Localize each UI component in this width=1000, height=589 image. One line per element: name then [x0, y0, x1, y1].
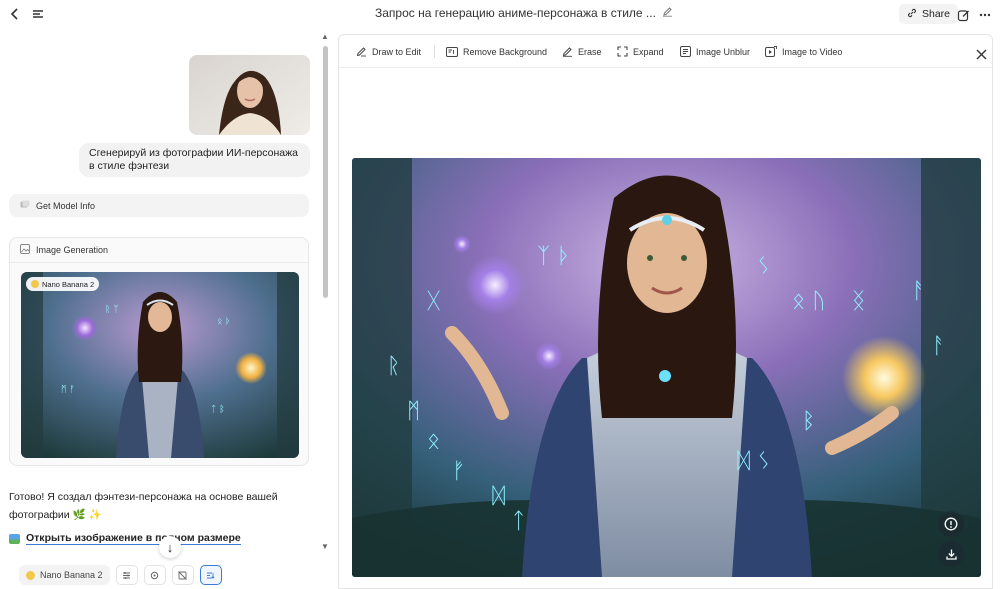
generated-image-thumbnail[interactable]: ᚱ ᛉ ᛟ ᚦ ᛗ ᚠ ᛏ ᛒ Nano Banana 2	[21, 272, 299, 458]
svg-text:ᛗ ᚠ: ᛗ ᚠ	[61, 384, 75, 395]
tool-call-get-model-info[interactable]: Get Model Info	[9, 194, 309, 217]
scroll-down-arrow-icon[interactable]: ▼	[321, 542, 329, 551]
svg-text:ᚨ: ᚨ	[912, 279, 925, 304]
model-selector-label: Nano Banana 2	[40, 570, 103, 580]
chat-panel: Сгенерируй из фотографии ИИ-персонажа в …	[0, 28, 318, 589]
banana-icon	[26, 570, 35, 580]
user-message: Сгенерируй из фотографии ИИ-персонажа в …	[79, 143, 310, 177]
info-icon[interactable]	[938, 511, 964, 537]
svg-text:ᛝ: ᛝ	[852, 289, 865, 314]
new-chat-icon[interactable]	[952, 4, 974, 26]
share-button[interactable]: Share	[899, 4, 959, 24]
model-selector-button[interactable]: Nano Banana 2	[19, 565, 110, 585]
unblur-icon	[680, 46, 691, 57]
no-image-icon[interactable]	[171, 565, 194, 585]
image-unblur-label: Image Unblur	[696, 46, 751, 57]
remove-background-icon	[446, 46, 458, 57]
svg-text:ᛞ: ᛞ	[492, 484, 505, 509]
conversation-title-area[interactable]: Запрос на генерацию аниме-персонажа в ст…	[375, 6, 673, 20]
expand-button[interactable]: Expand	[617, 35, 664, 68]
open-link-text: Открыть изображение в полном размере	[26, 532, 241, 545]
menu-icon[interactable]	[27, 3, 49, 25]
svg-text:ᚷ: ᚷ	[427, 289, 440, 314]
erase-button[interactable]: Erase	[562, 35, 602, 68]
toolbar-divider	[434, 45, 435, 58]
filter-icon[interactable]	[199, 565, 222, 585]
settings-sliders-icon[interactable]	[115, 565, 138, 585]
picture-icon	[9, 533, 20, 544]
scroll-to-bottom-button[interactable]: ↓	[159, 536, 181, 558]
image-card-title: Image Generation	[36, 245, 109, 255]
image-card-header: Image Generation	[20, 244, 108, 256]
svg-text:ᛟ: ᛟ	[427, 429, 440, 454]
model-badge: Nano Banana 2	[26, 277, 100, 291]
image-to-video-button[interactable]: Image to Video	[765, 35, 842, 68]
reply-line-1: Готово! Я создал фэнтези-персонажа на ос…	[9, 491, 278, 503]
scrollbar-thumb[interactable]	[323, 46, 328, 298]
close-icon[interactable]	[970, 43, 992, 65]
tool-call-label: Get Model Info	[36, 200, 96, 211]
download-icon[interactable]	[938, 541, 964, 567]
model-badge-label: Nano Banana 2	[42, 279, 95, 289]
expand-icon	[617, 46, 628, 57]
scroll-up-arrow-icon[interactable]: ▲	[321, 32, 329, 41]
share-label: Share	[922, 8, 951, 20]
expand-label: Expand	[633, 46, 664, 57]
erase-label: Erase	[578, 46, 602, 57]
reply-line-2: фотографии 🌿 ✨	[9, 509, 102, 521]
svg-text:ᛉ ᚦ: ᛉ ᚦ	[537, 244, 570, 269]
image-edit-toolbar: Draw to Edit Remove Background Erase Exp…	[339, 35, 992, 68]
svg-text:ᛟ ᚦ: ᛟ ᚦ	[217, 316, 231, 327]
svg-text:ᛟ ᚢ: ᛟ ᚢ	[792, 289, 825, 314]
svg-text:ᚱ ᛉ: ᚱ ᛉ	[105, 304, 119, 315]
top-bar: Запрос на генерацию аниме-персонажа в ст…	[0, 0, 1000, 28]
model-info-icon	[20, 200, 30, 211]
eraser-icon	[562, 47, 572, 57]
uploaded-photo[interactable]	[189, 55, 310, 135]
svg-text:ᚠ: ᚠ	[452, 459, 465, 484]
svg-text:ᛗ: ᛗ	[407, 399, 420, 424]
svg-text:ᛒ: ᛒ	[802, 409, 815, 434]
svg-text:ᚨ: ᚨ	[932, 334, 945, 359]
video-icon	[765, 46, 777, 57]
composer-toolbar: Nano Banana 2	[19, 565, 222, 585]
arrow-down-icon: ↓	[166, 539, 174, 555]
svg-text:ᛏ: ᛏ	[512, 509, 525, 534]
draw-to-edit-label: Draw to Edit	[372, 46, 422, 57]
draw-icon	[356, 47, 366, 57]
link-icon	[907, 8, 917, 21]
banana-icon	[31, 280, 39, 288]
divider	[10, 262, 308, 263]
svg-text:ᚱ: ᚱ	[387, 354, 400, 379]
generated-image-full[interactable]: ᛉ ᚦ ᚷ ᚱ ᛗ ᛟ ᚠ ᛞ ᛏ ᛊ ᛟ ᚢ ᛝ ᚨ ᚨ ᛒ ᛞ ᛊ	[352, 158, 981, 577]
assistant-reply: Готово! Я создал фэнтези-персонажа на ос…	[9, 488, 309, 524]
svg-text:ᛞ ᛊ: ᛞ ᛊ	[737, 449, 770, 474]
svg-text:ᛊ: ᛊ	[757, 254, 770, 279]
image-icon	[20, 244, 30, 256]
pencil-icon[interactable]	[662, 6, 673, 20]
remove-background-button[interactable]: Remove Background	[446, 35, 547, 68]
image-unblur-button[interactable]: Image Unblur	[680, 35, 750, 68]
draw-to-edit-button[interactable]: Draw to Edit	[356, 35, 421, 68]
more-options-icon[interactable]	[974, 4, 996, 26]
open-full-image-link[interactable]: Открыть изображение в полном размере	[9, 532, 241, 545]
image-viewer: Draw to Edit Remove Background Erase Exp…	[338, 34, 993, 589]
remove-background-label: Remove Background	[463, 46, 548, 57]
image-to-video-label: Image to Video	[782, 46, 843, 57]
image-generation-card: Image Generation ᚱ ᛉ ᛟ ᚦ ᛗ ᚠ ᛏ ᛒ Nano Ba…	[9, 237, 309, 466]
chat-scrollbar[interactable]: ▲ ▼	[320, 32, 330, 554]
back-icon[interactable]	[4, 3, 26, 25]
conversation-title: Запрос на генерацию аниме-персонажа в ст…	[375, 6, 656, 20]
refresh-icon[interactable]	[143, 565, 166, 585]
svg-text:ᛏ ᛒ: ᛏ ᛒ	[211, 404, 225, 415]
